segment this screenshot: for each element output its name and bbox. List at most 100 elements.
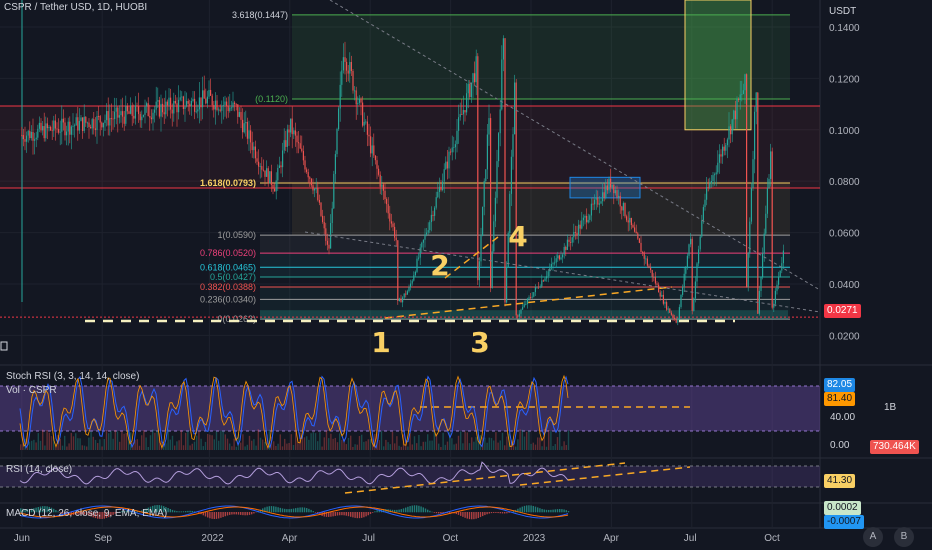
volume-bar <box>486 442 488 450</box>
auto-scale-button[interactable]: A <box>863 527 883 547</box>
candle-body <box>53 120 55 131</box>
candle-body <box>454 144 456 148</box>
x-tick-label: Apr <box>603 533 619 544</box>
macd-histogram-bar <box>290 508 292 513</box>
macd-histogram-bar <box>552 509 554 513</box>
candle-body <box>480 235 482 262</box>
candle-body <box>344 57 346 62</box>
candle-body <box>160 103 162 117</box>
volume-bar <box>46 429 48 450</box>
volume-bar <box>389 444 391 450</box>
candle-body <box>178 99 180 113</box>
candle-body <box>219 109 221 111</box>
candle-body <box>739 94 741 101</box>
candle-body <box>405 293 407 295</box>
volume-bar <box>354 444 356 450</box>
candle-body <box>680 294 682 308</box>
macd-histogram-bar <box>532 505 534 513</box>
volume-bar <box>86 446 88 450</box>
candle-body <box>70 126 72 135</box>
candle-body <box>614 190 616 194</box>
volume-bar <box>475 437 477 450</box>
macd-histogram-bar <box>433 512 435 513</box>
candle-body <box>32 132 34 141</box>
macd-histogram-bar <box>501 512 504 514</box>
candle-body <box>488 118 490 135</box>
candle-body <box>429 222 431 231</box>
candle-body <box>362 102 364 126</box>
volume-bar <box>534 444 537 450</box>
candle-body <box>595 197 597 200</box>
candle-body <box>282 150 284 168</box>
x-tick-label: 2023 <box>523 533 546 544</box>
candle-body <box>650 267 652 271</box>
volume-bar <box>242 434 244 450</box>
candle-body <box>598 203 600 205</box>
volume-bar <box>152 429 154 450</box>
macd-histogram-bar <box>376 510 378 513</box>
volume-bar <box>561 446 563 450</box>
candle-body <box>410 283 412 288</box>
volume-bar <box>418 434 420 450</box>
candle-body <box>755 92 757 112</box>
volume-bar <box>341 439 343 450</box>
candle-body <box>570 241 572 243</box>
volume-bar <box>204 441 207 450</box>
rsi-title[interactable]: RSI (14, close) <box>6 464 72 475</box>
candle-body <box>242 119 244 133</box>
candle-body <box>517 315 519 317</box>
candle-body <box>202 90 204 108</box>
candle-body <box>395 237 397 241</box>
stoch-rsi-title[interactable]: Stoch RSI (3, 3, 14, 14, close) <box>6 371 139 382</box>
log-scale-button[interactable]: B <box>894 527 914 547</box>
macd-title[interactable]: MACD (12, 26, close, 9, EMA, EMA) <box>6 508 167 519</box>
fib-label: 0.786(0.0520) <box>200 248 256 258</box>
volume-bar <box>328 438 330 450</box>
macd-histogram-bar <box>402 508 405 513</box>
candle-body <box>579 224 581 229</box>
candle-body <box>163 112 165 115</box>
candle-body <box>483 181 485 207</box>
candle-body <box>758 290 760 314</box>
volume-bar <box>411 444 413 450</box>
candle-body <box>677 319 679 323</box>
candle-body <box>586 216 588 223</box>
candle-body <box>43 126 45 139</box>
candle-body <box>422 239 424 243</box>
volume-bar <box>325 430 328 450</box>
candle-body <box>205 98 207 104</box>
candle-body <box>262 169 264 171</box>
candle-body <box>130 105 132 114</box>
volume-bar <box>433 430 435 450</box>
fib-label: 1.618(0.0793) <box>200 178 256 188</box>
candle-body <box>638 238 640 243</box>
candle-body <box>587 219 589 223</box>
macd-histogram-bar <box>222 512 224 518</box>
candle-body <box>29 130 31 139</box>
candle-body <box>690 238 692 245</box>
macd-histogram-bar <box>435 512 438 514</box>
macd-histogram-bar <box>554 509 556 513</box>
volume-bar <box>336 442 339 450</box>
chart-canvas[interactable]: 3.618(0.1447) (0.1120) 1.618(0.0793) 1(0.05… <box>0 0 932 550</box>
x-tick-label: Jul <box>684 533 697 544</box>
volume-bar <box>259 437 262 450</box>
macd-histogram-bar <box>295 508 297 513</box>
symbol-title[interactable]: CSPR / Tether USD, 1D, HUOBI <box>4 2 147 13</box>
volume-bar <box>378 440 380 450</box>
candle-body <box>368 134 370 137</box>
candle-body <box>299 143 301 149</box>
candle-body <box>318 199 320 203</box>
volume-title[interactable]: Vol · CSPR <box>6 385 57 396</box>
candle-body <box>323 222 325 229</box>
candle-body <box>237 104 239 117</box>
volume-bar <box>455 443 457 450</box>
candle-body <box>62 118 64 123</box>
candle-body <box>502 38 504 60</box>
volume-bar <box>396 436 398 450</box>
candle-body <box>347 70 349 74</box>
candle-body <box>688 244 690 256</box>
volume-bar <box>339 433 341 450</box>
volume-bar <box>361 434 363 450</box>
macd-histogram-bar <box>279 507 281 513</box>
